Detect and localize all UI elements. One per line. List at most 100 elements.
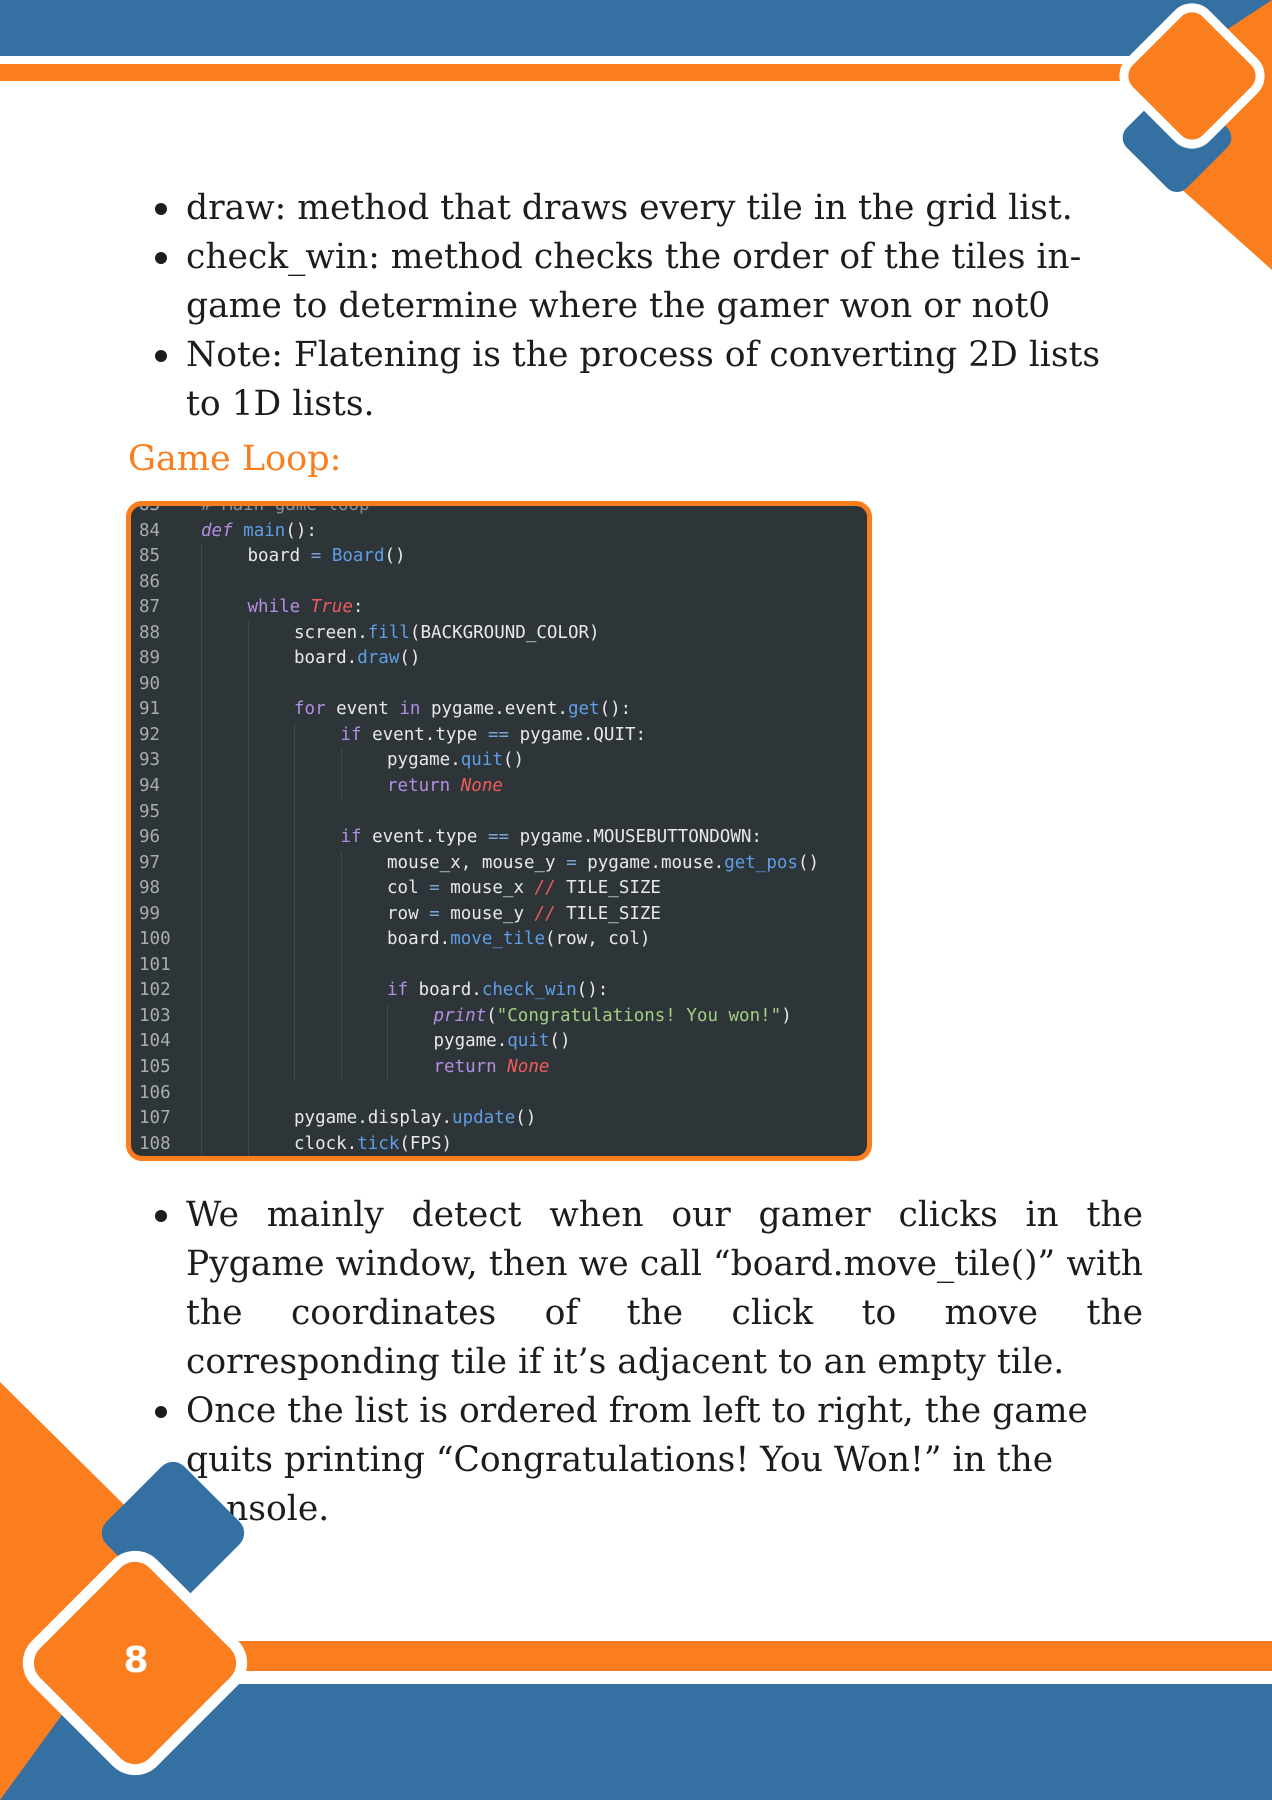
line-number: 100	[139, 929, 171, 950]
indent-guide	[201, 544, 202, 570]
code-token: pygame.MOUSEBUTTONDOWN:	[509, 827, 762, 848]
line-number: 106	[139, 1082, 171, 1103]
code-token: mouse_x, mouse_y	[387, 852, 567, 873]
indent-guide	[201, 1131, 202, 1156]
code-text: # Main game loop	[201, 501, 370, 519]
code-token: screen.	[294, 622, 368, 643]
line-number: 93	[139, 750, 161, 771]
code-token: tick	[357, 1133, 400, 1154]
code-token: ():	[285, 520, 317, 541]
code-text: pygame.display.update()	[294, 1106, 536, 1132]
line-number: 107	[139, 1108, 171, 1129]
line-number: 97	[139, 852, 161, 873]
code-text: def main():	[201, 519, 317, 545]
code-token: if	[387, 980, 409, 1001]
code-line: 83 # Main game loop	[131, 501, 867, 519]
code-line: 103 print("Congratulations! You won!")	[131, 1003, 867, 1030]
indent-guide	[340, 1055, 342, 1081]
code-text: mouse_x, mouse_y = pygame.mouse.get_pos(…	[387, 851, 819, 877]
indent-guide	[201, 1106, 202, 1132]
indent-guide	[201, 825, 202, 851]
indent-guide	[340, 876, 342, 902]
code-text: return None	[434, 1055, 550, 1081]
code-token: check_win	[481, 980, 577, 1001]
code-token: :	[352, 597, 364, 618]
code-token: ():	[576, 980, 609, 1001]
indent-guide	[294, 1029, 295, 1056]
code-token: pygame.	[387, 750, 461, 771]
line-number: 89	[139, 648, 161, 669]
code-token: for	[294, 699, 326, 720]
code-line: 95	[131, 799, 867, 826]
indent-guide	[201, 876, 202, 902]
code-token: quit	[507, 1031, 550, 1052]
code-token: event.type	[361, 827, 489, 848]
indent-guide	[294, 748, 295, 775]
indent-guide	[247, 927, 249, 953]
code-token: ()	[384, 546, 406, 567]
indent-guide	[340, 850, 342, 877]
code-lines: 83 # Main game loop 84 def main(): 85 board =…	[131, 501, 867, 1156]
code-token: Board	[331, 546, 385, 567]
code-token: ()	[549, 1031, 571, 1052]
code-line: 94 return None	[131, 774, 867, 800]
indent-guide	[201, 1080, 202, 1107]
indent-guide	[294, 722, 295, 749]
code-token: print	[433, 1005, 487, 1026]
code-line: 98 col = mouse_x // TILE_SIZE	[131, 876, 867, 902]
code-token: col	[387, 878, 430, 899]
code-line: 85 board = Board()	[131, 544, 867, 570]
code-token: quit	[460, 750, 503, 771]
line-number: 103	[139, 1005, 171, 1026]
code-token: clock.	[294, 1133, 358, 1154]
indent-guide	[294, 1055, 295, 1081]
code-token: pygame.	[433, 1031, 508, 1052]
indent-guide	[201, 927, 202, 953]
code-line: 87 while True:	[131, 595, 867, 621]
code-token: =	[310, 546, 322, 567]
code-line: 102 if board.check_win():	[131, 978, 867, 1004]
code-token: pygame.event.	[420, 699, 568, 720]
code-line: 104 pygame.quit()	[131, 1029, 867, 1056]
code-line: 106	[131, 1080, 867, 1107]
code-token: board.	[408, 980, 482, 1001]
indent-guide	[294, 1003, 295, 1030]
code-token: (BACKGROUND_COLOR)	[409, 622, 600, 643]
line-number: 98	[139, 878, 161, 899]
indent-guide	[247, 671, 249, 698]
indent-guide	[247, 978, 249, 1004]
code-token: if	[340, 724, 362, 745]
code-token: while	[247, 597, 301, 618]
code-text: for event in pygame.event.get():	[294, 697, 631, 723]
code-token: ()	[515, 1108, 537, 1129]
section-heading: Game Loop:	[128, 439, 342, 479]
code-text: if event.type == pygame.MOUSEBUTTONDOWN:	[341, 825, 762, 851]
indent-guide	[201, 1003, 202, 1030]
code-line: 84 def main():	[131, 519, 867, 545]
code-token: main	[243, 520, 286, 541]
code-text: pygame.quit()	[434, 1029, 571, 1055]
code-token: # Main game loop	[201, 501, 370, 515]
indent-guide	[201, 1029, 202, 1056]
indent-guide	[387, 1055, 388, 1081]
bullet-item: draw: method that draws every tile in th…	[128, 184, 1143, 233]
code-line: 101	[131, 952, 867, 979]
code-token: ()	[399, 648, 421, 669]
line-number: 101	[139, 954, 171, 975]
code-line: 97 mouse_x, mouse_y = pygame.mouse.get_po…	[131, 850, 867, 877]
code-token: TILE_SIZE	[555, 878, 661, 899]
indent-guide	[247, 1131, 249, 1156]
line-number: 86	[139, 571, 161, 592]
indent-guide	[247, 799, 249, 826]
code-token: mouse_x	[439, 878, 535, 899]
code-text: board.move_tile(row, col)	[387, 927, 650, 953]
indent-guide	[247, 722, 249, 749]
indent-guide	[201, 850, 202, 877]
code-token: board	[247, 546, 311, 567]
code-line: 88 screen.fill(BACKGROUND_COLOR)	[131, 620, 867, 647]
indent-guide	[201, 646, 202, 672]
indent-guide	[340, 1003, 342, 1030]
code-token: move_tile	[450, 929, 546, 950]
